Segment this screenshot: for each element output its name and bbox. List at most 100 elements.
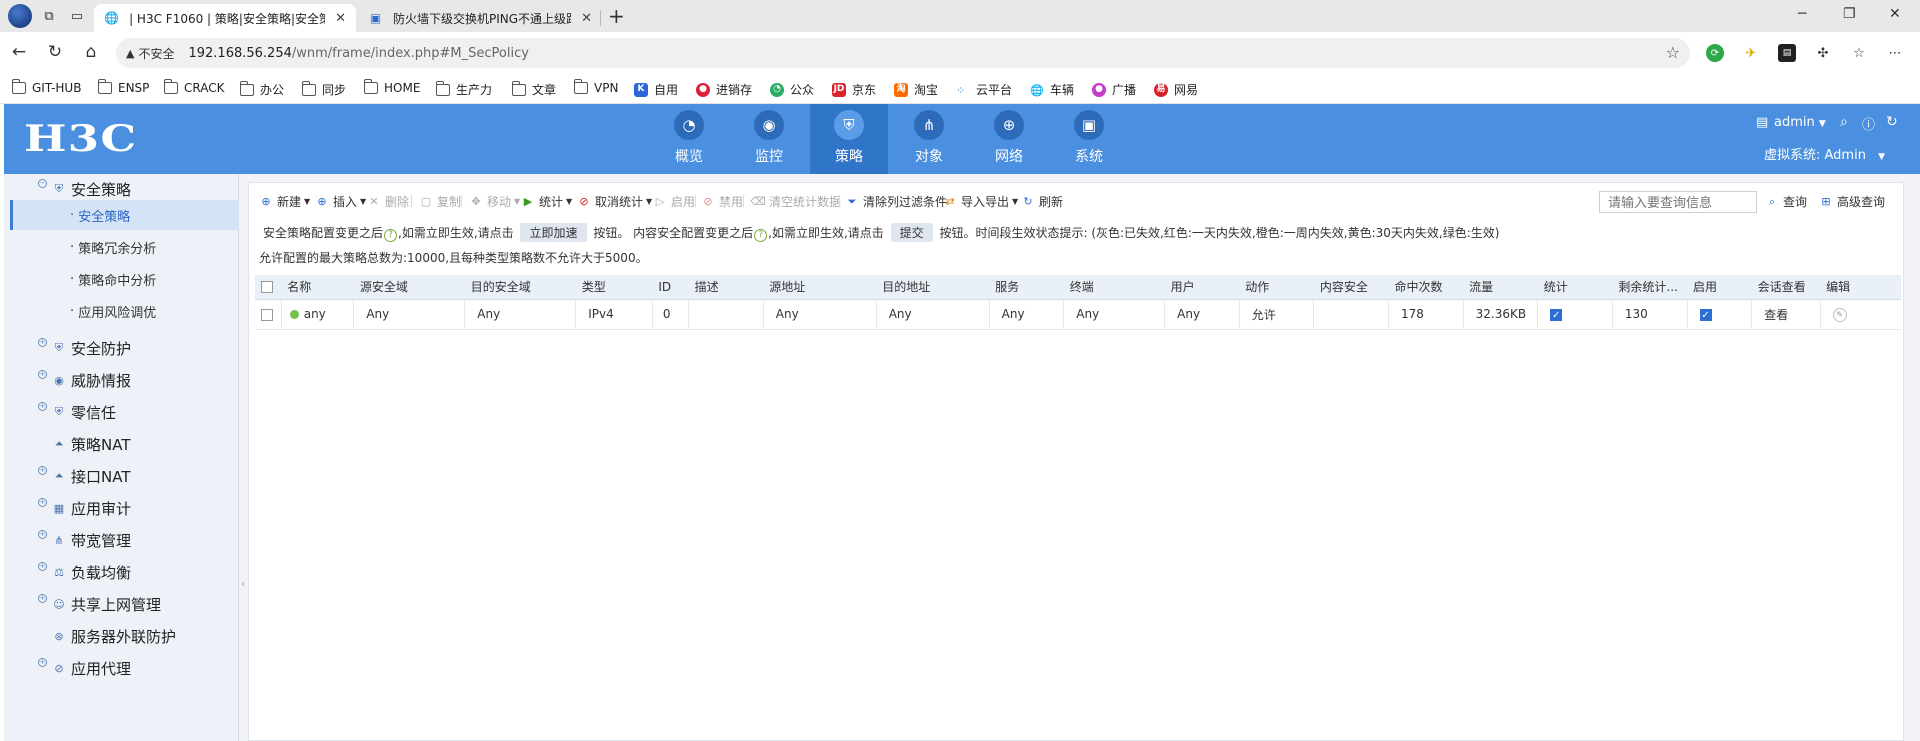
tab-actions-icon[interactable]: ▭: [66, 5, 88, 27]
sidebar-sub-app-risk[interactable]: · 应用风险调优: [10, 296, 239, 326]
stats-button[interactable]: ▶ 统计 ▼: [521, 193, 572, 210]
bookmark-folder[interactable]: GIT-HUB: [11, 79, 81, 95]
expand-icon[interactable]: +: [38, 530, 47, 539]
new-button[interactable]: ⊕ 新建 ▼: [259, 193, 310, 210]
bookmark-folder[interactable]: CRACK: [163, 79, 224, 95]
hit-count-link[interactable]: 178: [1388, 299, 1464, 330]
expand-icon[interactable]: +: [38, 658, 47, 667]
extension-yellow-icon[interactable]: ✈: [1742, 44, 1760, 62]
insert-button[interactable]: ⊕ 插入 ▼: [315, 193, 366, 210]
column-header[interactable]: 启用: [1687, 275, 1752, 300]
column-header[interactable]: 终端: [1063, 275, 1165, 300]
nav-network[interactable]: ⊕ 网络: [970, 104, 1048, 174]
column-header[interactable]: 编辑: [1820, 275, 1901, 300]
help-icon[interactable]: ?: [384, 229, 398, 242]
column-header[interactable]: 统计: [1537, 275, 1613, 300]
profile-avatar[interactable]: [8, 4, 32, 28]
column-header[interactable]: 目的安全域: [464, 275, 576, 300]
column-header[interactable]: 源安全域: [353, 275, 465, 300]
table-row[interactable]: any Any Any IPv4 0 Any Any Any Any Any 允…: [255, 299, 1901, 330]
refresh-button[interactable]: ↻ 刷新: [1021, 193, 1063, 210]
tab-h3c[interactable]: 🌐 | H3C F1060 | 策略|安全策略|安全策略 ✕: [94, 4, 356, 32]
submit-button[interactable]: 提交: [890, 223, 933, 242]
tab-article[interactable]: ▣ 防火墙下级交换机PING不通上级路由 ✕: [358, 4, 602, 32]
more-icon[interactable]: ⋯: [1886, 44, 1904, 62]
save-icon[interactable]: ▤: [1756, 115, 1768, 130]
sidebar-sub-hit-analysis[interactable]: · 策略命中分析: [10, 264, 239, 294]
column-header[interactable]: 服务: [989, 275, 1064, 300]
address-bar[interactable]: ▲ 不安全 192.168.56.254/wnm/frame/index.php…: [116, 38, 1690, 68]
column-header[interactable]: 描述: [688, 275, 764, 300]
sidebar-item-app-audit[interactable]: + ▦ 应用审计: [4, 493, 239, 523]
nav-policy[interactable]: ⛨ 策略: [810, 104, 888, 174]
stats-checkbox[interactable]: ✓: [1537, 299, 1613, 330]
search-icon[interactable]: ⌕: [1840, 114, 1848, 130]
help-icon[interactable]: ⓘ: [1862, 114, 1875, 133]
sidebar-item-app-proxy[interactable]: + ⊘ 应用代理: [4, 653, 239, 683]
sidebar-item-shared-access[interactable]: + ☺ 共享上网管理: [4, 589, 239, 619]
clear-filter-button[interactable]: ⏷ 清除列过滤条件: [845, 193, 947, 210]
column-header[interactable]: ID: [652, 275, 689, 300]
close-icon[interactable]: ✕: [335, 11, 346, 26]
sidebar-item-server-outbound[interactable]: ⊛ 服务器外联防护: [4, 621, 239, 651]
url-text[interactable]: 192.168.56.254/wnm/frame/index.php#M_Sec…: [188, 46, 528, 61]
sidebar-item-interface-nat[interactable]: + ⏶ 接口NAT: [4, 461, 239, 491]
sidebar-item-policy-nat[interactable]: ⏶ 策略NAT: [4, 429, 239, 459]
expand-icon[interactable]: +: [38, 402, 47, 411]
favorites-icon[interactable]: ☆: [1850, 44, 1868, 62]
sidebar-collapse-handle[interactable]: ‹: [240, 570, 246, 600]
disable-button[interactable]: ⊘ 禁用: [701, 193, 743, 210]
session-view-link[interactable]: 查看: [1751, 299, 1821, 330]
move-button[interactable]: ✥ 移动 ▼: [469, 193, 520, 210]
nav-overview[interactable]: ◔ 概览: [650, 104, 728, 174]
bookmark-folder[interactable]: 办公: [239, 80, 284, 98]
column-header[interactable]: 类型: [575, 275, 653, 300]
column-header[interactable]: 内容安全: [1313, 275, 1389, 300]
column-header[interactable]: 动作: [1239, 275, 1314, 300]
enabled-checkbox[interactable]: ✓: [1687, 299, 1753, 330]
copy-button[interactable]: ▢ 复制: [419, 193, 461, 210]
bookmark-folder[interactable]: ENSP: [97, 79, 149, 95]
column-header[interactable]: 用户: [1164, 275, 1240, 300]
expand-icon[interactable]: +: [38, 562, 47, 571]
bookmark-broadcast[interactable]: ● 广播: [1092, 81, 1136, 98]
close-icon[interactable]: ✕: [581, 11, 592, 26]
reload-icon[interactable]: ↻: [44, 42, 66, 62]
bookmark-cloud[interactable]: ⁘ 云平台: [956, 81, 1012, 98]
edit-button[interactable]: ✎: [1820, 299, 1901, 330]
column-header[interactable]: 命中次数: [1388, 275, 1464, 300]
column-header[interactable]: 名称: [281, 275, 354, 300]
help-icon[interactable]: ?: [754, 229, 768, 242]
sidebar-item-load-balance[interactable]: + ⚖ 负载均衡: [4, 557, 239, 587]
extension-dark-icon[interactable]: ▤: [1778, 44, 1796, 62]
collapse-icon[interactable]: −: [38, 179, 47, 188]
sidebar-item-bandwidth[interactable]: + ⋔ 带宽管理: [4, 525, 239, 555]
search-input[interactable]: [1599, 191, 1757, 213]
bookmark-jinxiaocun[interactable]: ● 进销存: [696, 81, 752, 98]
nav-monitor[interactable]: ◉ 监控: [730, 104, 808, 174]
bookmark-jd[interactable]: JD 京东: [832, 81, 876, 98]
sidebar-sub-security-policy[interactable]: · 安全策略: [10, 200, 239, 230]
cancel-stats-button[interactable]: ⊘ 取消统计 ▼: [577, 193, 652, 210]
column-header[interactable]: 源地址: [763, 275, 877, 300]
extension-green-icon[interactable]: ⟳: [1706, 44, 1724, 62]
window-close-icon[interactable]: ✕: [1889, 6, 1901, 22]
bookmark-folder[interactable]: HOME: [363, 79, 420, 95]
favorite-star-icon[interactable]: ☆: [1666, 43, 1680, 62]
select-all-checkbox[interactable]: [255, 275, 282, 300]
expand-icon[interactable]: +: [38, 594, 47, 603]
column-header[interactable]: 流量: [1463, 275, 1538, 300]
workspaces-icon[interactable]: ⧉: [38, 5, 60, 27]
sidebar-sub-redundancy[interactable]: · 策略冗余分析: [10, 232, 239, 262]
enable-button[interactable]: ▷ 启用: [653, 193, 695, 210]
column-header[interactable]: 会话查看: [1751, 275, 1821, 300]
bookmark-gongzhong[interactable]: ◔ 公众: [770, 81, 814, 98]
bookmark-folder[interactable]: 生产力: [435, 80, 492, 98]
back-icon[interactable]: ←: [8, 42, 30, 62]
nav-system[interactable]: ▣ 系统: [1050, 104, 1128, 174]
home-icon[interactable]: ⌂: [80, 42, 102, 62]
restore-icon[interactable]: ❐: [1843, 6, 1856, 22]
extensions-puzzle-icon[interactable]: ✣: [1814, 44, 1832, 62]
new-tab-icon[interactable]: +: [608, 4, 625, 28]
bookmark-folder[interactable]: 文章: [511, 80, 556, 98]
